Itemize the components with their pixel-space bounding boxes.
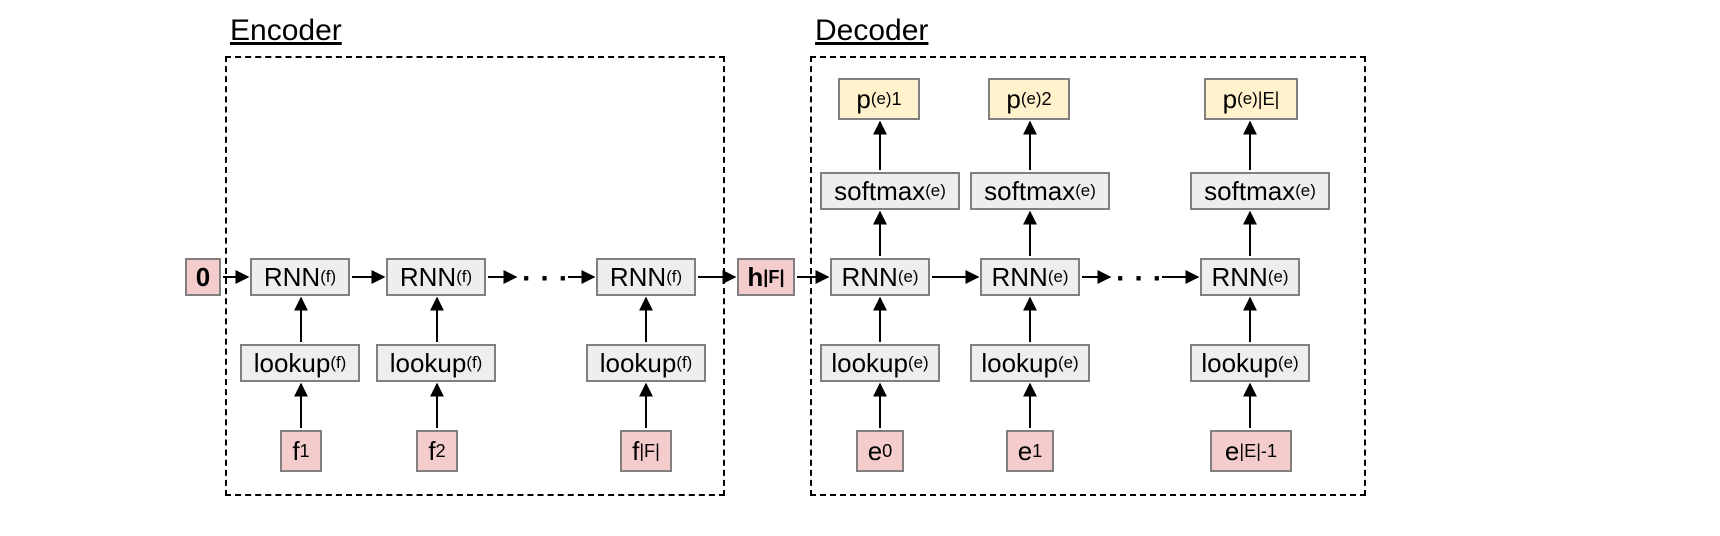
- drnn-sup1: (e): [898, 267, 919, 287]
- enc-in-base3: f: [632, 436, 639, 467]
- dec-rnn-2: RNN(e): [980, 258, 1080, 296]
- dec-p-2: p(e)2: [988, 78, 1070, 120]
- drnn-base1: RNN: [842, 262, 898, 293]
- enc-in-sub3: |F|: [639, 441, 660, 462]
- drnn-base3: RNN: [1212, 262, 1268, 293]
- sm-base1: softmax: [834, 176, 925, 207]
- dec-lookup-1: lookup(e): [820, 344, 940, 382]
- enc-lookup-2: lookup(f): [376, 344, 496, 382]
- enc-ellipsis: · · ·: [522, 262, 569, 296]
- enc-lookup-sup: (f): [330, 353, 346, 373]
- sm-sup1: (e): [925, 181, 946, 201]
- enc-lookup-base2: lookup: [390, 348, 467, 379]
- dlk-base1: lookup: [831, 348, 908, 379]
- decoder-title: Decoder: [815, 14, 928, 48]
- dec-input-2: e1: [1006, 430, 1054, 472]
- dec-rnn-1: RNN(e): [830, 258, 930, 296]
- din-sub2: 1: [1032, 441, 1042, 462]
- p-base1: p: [856, 84, 870, 115]
- dec-softmax-3: softmax(e): [1190, 172, 1330, 210]
- enc-rnn-3: RNN(f): [596, 258, 696, 296]
- din-base2: e: [1018, 436, 1032, 467]
- dlk-base3: lookup: [1201, 348, 1278, 379]
- drnn-base2: RNN: [992, 262, 1048, 293]
- dlk-base2: lookup: [981, 348, 1058, 379]
- drnn-sup2: (e): [1048, 267, 1069, 287]
- dec-lookup-2: lookup(e): [970, 344, 1090, 382]
- dec-rnn-3: RNN(e): [1200, 258, 1300, 296]
- enc-in-base: f: [292, 436, 299, 467]
- dec-input-3: e|E|-1: [1210, 430, 1292, 472]
- din-base1: e: [868, 436, 882, 467]
- p-base3: p: [1223, 84, 1237, 115]
- init-zero: 0: [185, 258, 221, 296]
- hidden-h: h|F|: [737, 258, 795, 296]
- enc-rnn-sup2: (f): [456, 267, 472, 287]
- h-base: h: [747, 262, 763, 293]
- enc-in-base2: f: [428, 436, 435, 467]
- p-sub2: 2: [1042, 89, 1052, 110]
- enc-lookup-1: lookup(f): [240, 344, 360, 382]
- dec-p-3: p(e)|E|: [1204, 78, 1298, 120]
- dec-softmax-2: softmax(e): [970, 172, 1110, 210]
- h-sub: |F|: [763, 267, 784, 288]
- enc-lookup-base: lookup: [254, 348, 331, 379]
- din-sub3: |E|-1: [1239, 441, 1277, 462]
- p-sub3: |E|: [1258, 89, 1280, 110]
- sm-base2: softmax: [984, 176, 1075, 207]
- enc-input-2: f2: [416, 430, 458, 472]
- din-base3: e: [1225, 436, 1239, 467]
- enc-lookup-3: lookup(f): [586, 344, 706, 382]
- enc-lookup-sup2: (f): [466, 353, 482, 373]
- enc-rnn-sup3: (f): [666, 267, 682, 287]
- p-sup3: (e): [1237, 89, 1258, 109]
- p-sup1: (e): [871, 89, 892, 109]
- dlk-sup1: (e): [908, 353, 929, 373]
- enc-lookup-base3: lookup: [600, 348, 677, 379]
- enc-in-sub: 1: [300, 441, 310, 462]
- enc-lookup-sup3: (f): [676, 353, 692, 373]
- enc-rnn-base3: RNN: [610, 262, 666, 293]
- sm-sup3: (e): [1295, 181, 1316, 201]
- dec-p-1: p(e)1: [838, 78, 920, 120]
- encoder-title: Encoder: [230, 14, 342, 48]
- p-sup2: (e): [1021, 89, 1042, 109]
- enc-rnn-base: RNN: [264, 262, 320, 293]
- enc-rnn-1: RNN(f): [250, 258, 350, 296]
- p-base2: p: [1006, 84, 1020, 115]
- enc-input-3: f|F|: [620, 430, 672, 472]
- enc-input-1: f1: [280, 430, 322, 472]
- dlk-sup3: (e): [1278, 353, 1299, 373]
- dlk-sup2: (e): [1058, 353, 1079, 373]
- drnn-sup3: (e): [1268, 267, 1289, 287]
- dec-lookup-3: lookup(e): [1190, 344, 1310, 382]
- enc-in-sub2: 2: [436, 441, 446, 462]
- enc-rnn-2: RNN(f): [386, 258, 486, 296]
- din-sub1: 0: [882, 441, 892, 462]
- p-sub1: 1: [892, 89, 902, 110]
- dec-softmax-1: softmax(e): [820, 172, 960, 210]
- dec-ellipsis: · · ·: [1116, 262, 1163, 296]
- enc-rnn-base2: RNN: [400, 262, 456, 293]
- sm-sup2: (e): [1075, 181, 1096, 201]
- sm-base3: softmax: [1204, 176, 1295, 207]
- dec-input-1: e0: [856, 430, 904, 472]
- enc-rnn-sup: (f): [320, 267, 336, 287]
